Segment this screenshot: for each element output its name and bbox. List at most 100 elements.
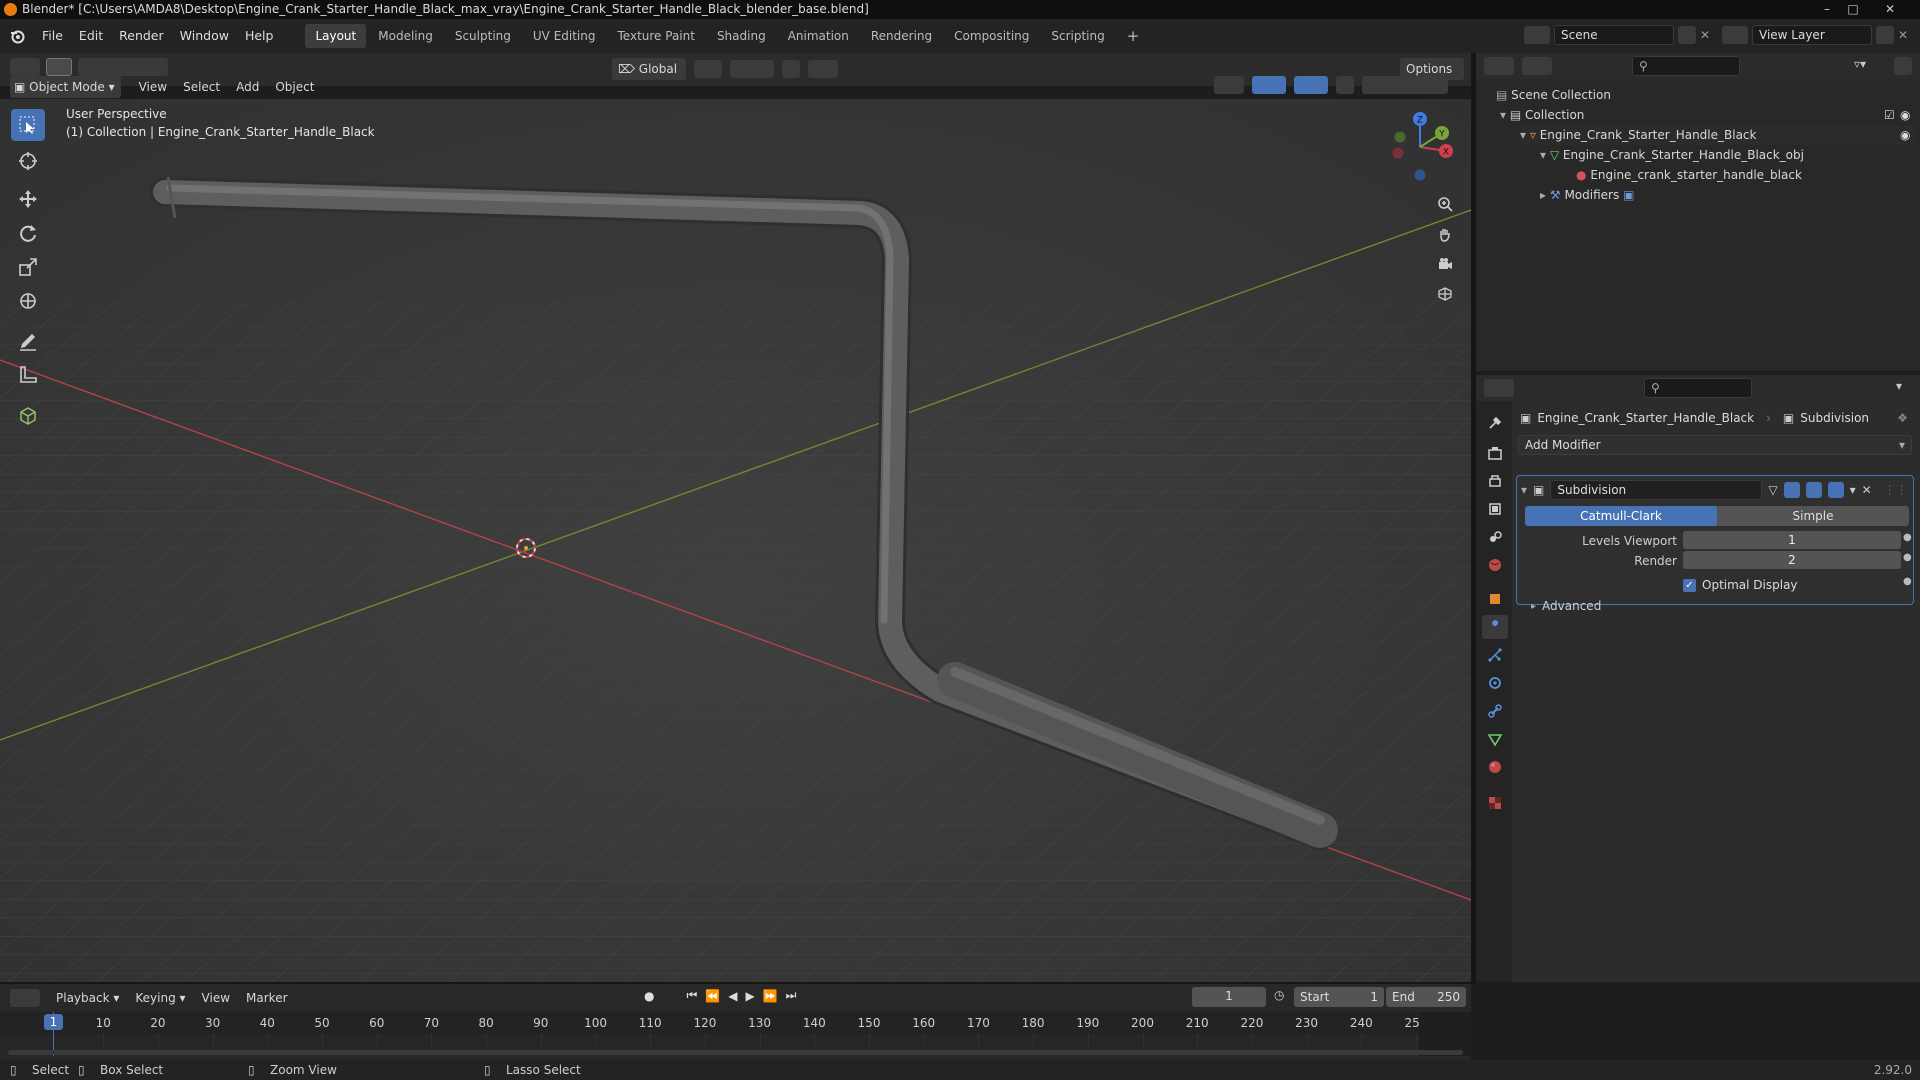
viewport-menu-select[interactable]: Select	[177, 76, 226, 98]
advanced-subpanel-header[interactable]: ▸ Advanced	[1531, 596, 1601, 616]
tab-render[interactable]	[1482, 441, 1508, 465]
current-frame-field[interactable]: 1	[1192, 987, 1266, 1007]
pin-icon[interactable]: ❖	[1897, 411, 1908, 425]
tool-cursor[interactable]	[11, 145, 45, 177]
scene-field[interactable]: Scene	[1554, 25, 1674, 45]
tab-texture-paint[interactable]: Texture Paint	[608, 24, 705, 48]
jump-start-icon[interactable]: ⏮	[686, 988, 697, 1003]
render-levels-field[interactable]: 2	[1683, 551, 1901, 569]
record-icon[interactable]: ●	[644, 989, 654, 1003]
tab-view-layer[interactable]	[1482, 497, 1508, 521]
tab-texture[interactable]	[1482, 791, 1508, 815]
tool-scale[interactable]	[11, 251, 45, 283]
outliner-modifiers[interactable]: ▸ ⚒ Modifiers ▣	[1540, 185, 1634, 205]
tool-measure[interactable]	[11, 359, 45, 391]
new-view-layer-icon[interactable]	[1876, 26, 1894, 44]
filter-icon[interactable]: ▿▾	[1854, 57, 1866, 71]
gizmo-toggle-icon[interactable]	[1252, 76, 1286, 94]
outliner-mesh-obj[interactable]: ▾ ▽ Engine_Crank_Starter_Handle_Black_ob…	[1540, 145, 1804, 165]
close-window-button[interactable]: ✕	[1866, 0, 1914, 19]
viewport-menu-view[interactable]: View	[133, 76, 173, 98]
drag-handle-icon[interactable]: ⋮⋮	[1884, 483, 1908, 497]
blender-menu-icon[interactable]	[0, 19, 34, 53]
navigation-gizmo[interactable]: Z X Y	[1380, 107, 1460, 187]
zoom-view-icon[interactable]	[1432, 191, 1458, 217]
tab-shading[interactable]: Shading	[707, 24, 776, 48]
object-mode-dropdown[interactable]: ▣ Object Mode ▾	[10, 76, 121, 98]
menu-render[interactable]: Render	[111, 19, 172, 53]
tab-compositing[interactable]: Compositing	[944, 24, 1039, 48]
modifier-name-input[interactable]: Subdivision	[1550, 480, 1763, 500]
scene-browse-icon[interactable]	[1524, 26, 1550, 44]
disclosure-triangle-icon[interactable]: ▾	[1520, 128, 1526, 142]
timeline-scrollbar[interactable]	[8, 1050, 1463, 1055]
modifier-menu-chevron-icon[interactable]: ▾	[1850, 483, 1856, 497]
delete-scene-icon[interactable]: ✕	[1700, 28, 1714, 42]
camera-view-icon[interactable]	[1432, 251, 1458, 277]
object-visibility-eye-icon[interactable]: ◉	[1900, 125, 1910, 145]
tool-select-box[interactable]	[11, 109, 45, 141]
tab-output[interactable]	[1482, 469, 1508, 493]
add-workspace-button[interactable]: +	[1117, 24, 1150, 48]
keyframe-dot-icon[interactable]: ●	[1903, 576, 1912, 587]
viewport-menu-object[interactable]: Object	[269, 76, 320, 98]
tab-rendering[interactable]: Rendering	[861, 24, 942, 48]
visibility-icon[interactable]	[1214, 76, 1244, 94]
playhead-frame-badge[interactable]: 1	[44, 1014, 63, 1030]
timeline-menu-view[interactable]: View	[196, 987, 236, 1009]
tab-constraints[interactable]	[1482, 699, 1508, 723]
tab-physics[interactable]	[1482, 671, 1508, 695]
play-reverse-icon[interactable]: ◀	[728, 989, 737, 1003]
properties-search-input[interactable]: ⚲	[1644, 378, 1752, 398]
play-icon[interactable]: ▶	[745, 989, 754, 1003]
pan-view-icon[interactable]	[1432, 221, 1458, 247]
remove-modifier-icon[interactable]: ✕	[1862, 483, 1872, 497]
disclosure-triangle-icon[interactable]: ▾	[1500, 108, 1506, 122]
tab-tool[interactable]	[1482, 411, 1508, 435]
outliner-scene-collection[interactable]: ▤ Scene Collection	[1496, 85, 1611, 105]
add-modifier-dropdown[interactable]: Add Modifier ▾	[1518, 435, 1912, 455]
tool-transform[interactable]	[11, 285, 45, 317]
keyframe-dot-icon[interactable]: ●	[1903, 532, 1912, 543]
tab-sculpting[interactable]: Sculpting	[445, 24, 521, 48]
tool-annotate[interactable]	[11, 325, 45, 357]
levels-viewport-field[interactable]: 1	[1683, 531, 1901, 549]
tool-move[interactable]	[11, 183, 45, 215]
menu-help[interactable]: Help	[237, 19, 282, 53]
minimize-button[interactable]: –	[1814, 0, 1840, 19]
tab-particles[interactable]	[1482, 643, 1508, 667]
view-layer-browse-icon[interactable]	[1722, 26, 1748, 44]
collapse-triangle-icon[interactable]: ▾	[1521, 483, 1527, 497]
outliner-object[interactable]: ▾ ▿ Engine_Crank_Starter_Handle_Black ◉	[1520, 125, 1916, 145]
on-cage-icon[interactable]: ▽	[1768, 483, 1777, 497]
disclosure-triangle-icon[interactable]: ▾	[1540, 148, 1546, 162]
tab-layout[interactable]: Layout	[305, 24, 367, 48]
overlay-toggle-icon[interactable]	[1294, 76, 1328, 94]
timeline-ruler[interactable]: 10 20 30 40 50 60 70 80 90 100 110 120 130 140 150 160 1…	[0, 1012, 1471, 1056]
delete-view-layer-icon[interactable]: ✕	[1898, 28, 1912, 42]
timeline-editor-type-icon[interactable]	[10, 989, 40, 1007]
jump-end-icon[interactable]: ⏭	[786, 988, 797, 1003]
tool-add-cube[interactable]	[11, 399, 45, 431]
tab-scene[interactable]	[1482, 525, 1508, 549]
tab-material[interactable]	[1482, 755, 1508, 779]
new-scene-icon[interactable]	[1678, 26, 1696, 44]
optimal-display-row[interactable]: ✓ Optimal Display	[1683, 575, 1798, 595]
disclosure-triangle-icon[interactable]: ▸	[1540, 188, 1546, 202]
tab-uv-editing[interactable]: UV Editing	[523, 24, 606, 48]
select-mode-buttons[interactable]	[78, 58, 168, 76]
tab-modeling[interactable]: Modeling	[368, 24, 443, 48]
keyframe-dot-icon[interactable]: ●	[1903, 552, 1912, 563]
tab-world[interactable]	[1482, 553, 1508, 577]
catmull-clark-button[interactable]: Catmull-Clark	[1525, 506, 1717, 526]
optimal-display-checkbox[interactable]: ✓	[1683, 578, 1696, 592]
outliner-search-input[interactable]: ⚲	[1632, 56, 1740, 76]
tab-data[interactable]	[1482, 727, 1508, 751]
outliner-material[interactable]: ● Engine_crank_starter_handle_black	[1576, 165, 1802, 185]
tab-scripting[interactable]: Scripting	[1041, 24, 1114, 48]
exclude-checkbox[interactable]: ☑	[1884, 105, 1895, 125]
preview-range-icon[interactable]: ◷	[1274, 988, 1284, 1002]
tab-animation[interactable]: Animation	[778, 24, 859, 48]
edit-mode-toggle-icon[interactable]	[1783, 482, 1800, 498]
timeline-menu-marker[interactable]: Marker	[240, 987, 293, 1009]
